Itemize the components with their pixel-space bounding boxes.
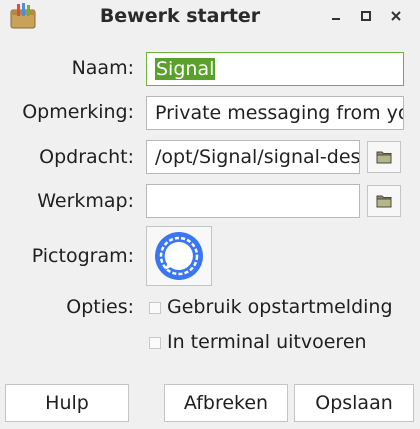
- folder-icon: [376, 195, 392, 208]
- maximize-icon[interactable]: [358, 8, 374, 24]
- icon-picker-button[interactable]: [146, 226, 212, 286]
- command-input[interactable]: /opt/Signal/signal-desktop --no-sandbox …: [146, 140, 360, 174]
- name-label: Naam:: [71, 57, 134, 79]
- minimize-icon[interactable]: [328, 8, 344, 24]
- signal-logo-icon: [155, 232, 203, 280]
- comment-label: Opmerking:: [22, 101, 134, 123]
- comment-input-value: Private messaging from your desktop: [155, 102, 403, 124]
- workdir-label: Werkmap:: [37, 190, 134, 212]
- icon-label: Pictogram:: [31, 245, 134, 267]
- close-icon[interactable]: [388, 8, 404, 24]
- folder-icon: [376, 151, 392, 164]
- save-button[interactable]: Opslaan: [294, 384, 414, 422]
- window-title: Bewerk starter: [99, 5, 261, 27]
- name-input[interactable]: Signal: [146, 52, 404, 86]
- startup-notify-checkbox[interactable]: [149, 302, 161, 314]
- workdir-input[interactable]: [146, 184, 360, 218]
- command-label: Opdracht:: [39, 146, 134, 168]
- run-in-terminal-checkbox[interactable]: [149, 337, 161, 349]
- title-bar[interactable]: Bewerk starter: [0, 0, 420, 32]
- startup-notify-label[interactable]: Gebruik opstartmelding: [167, 296, 393, 318]
- command-browse-button[interactable]: [367, 141, 401, 173]
- name-input-value: Signal: [155, 58, 216, 80]
- run-in-terminal-label[interactable]: In terminal uitvoeren: [167, 331, 367, 353]
- comment-input[interactable]: Private messaging from your desktop: [146, 96, 404, 130]
- workdir-browse-button[interactable]: [367, 185, 401, 217]
- help-button[interactable]: Hulp: [5, 384, 129, 422]
- options-label: Opties:: [66, 296, 134, 318]
- cancel-button[interactable]: Afbreken: [164, 384, 288, 422]
- command-input-value: /opt/Signal/signal-desktop --no-sandbox …: [155, 146, 360, 168]
